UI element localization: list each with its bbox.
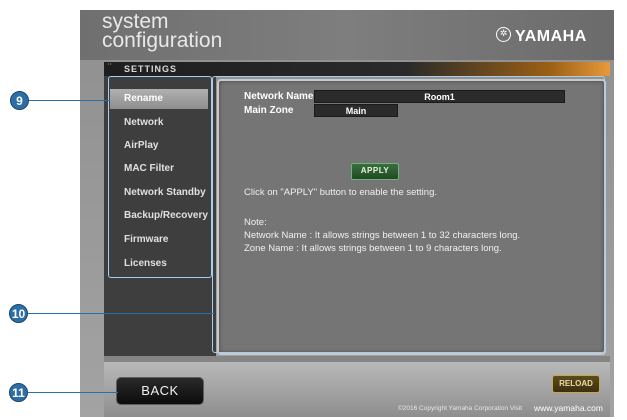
network-name-input[interactable]: [314, 90, 565, 103]
main-zone-label: Main Zone: [244, 105, 294, 116]
main-zone-input[interactable]: [314, 104, 398, 117]
note-title: Note:: [244, 217, 267, 228]
settings-label: SETTINGS: [124, 64, 178, 74]
website-link[interactable]: www.yamaha.com: [534, 403, 603, 413]
settings-bar: [104, 62, 610, 76]
back-button[interactable]: BACK: [116, 377, 204, 405]
app-title-line-2: configuration: [102, 29, 223, 52]
sidebar-highlight-box: [108, 76, 212, 278]
network-name-label: Network Name: [244, 91, 314, 102]
callout-10-badge: 10: [9, 304, 28, 323]
callout-9-leader: [28, 100, 110, 101]
note-network-name: Network Name : It allows strings between…: [244, 230, 521, 241]
callout-9-badge: 9: [10, 91, 29, 110]
callout-11-badge: 11: [9, 383, 28, 402]
copyright-text: ©2016 Copyright Yamaha Corporation Visit: [398, 405, 523, 412]
content-highlight-box: [212, 76, 605, 353]
brand-logo: YAMAHA: [515, 28, 587, 45]
yamaha-logo-icon: ✲: [496, 27, 511, 42]
settings-dots-icon: ··: [107, 60, 113, 69]
apply-hint-text: Click on "APPLY" button to enable the se…: [244, 187, 437, 198]
callout-10-leader: [28, 313, 214, 314]
callout-11-leader: [28, 392, 118, 393]
reload-button[interactable]: RELOAD: [552, 375, 600, 393]
note-zone-name: Zone Name : It allows strings between 1 …: [244, 243, 502, 254]
apply-button[interactable]: APPLY: [351, 163, 399, 180]
